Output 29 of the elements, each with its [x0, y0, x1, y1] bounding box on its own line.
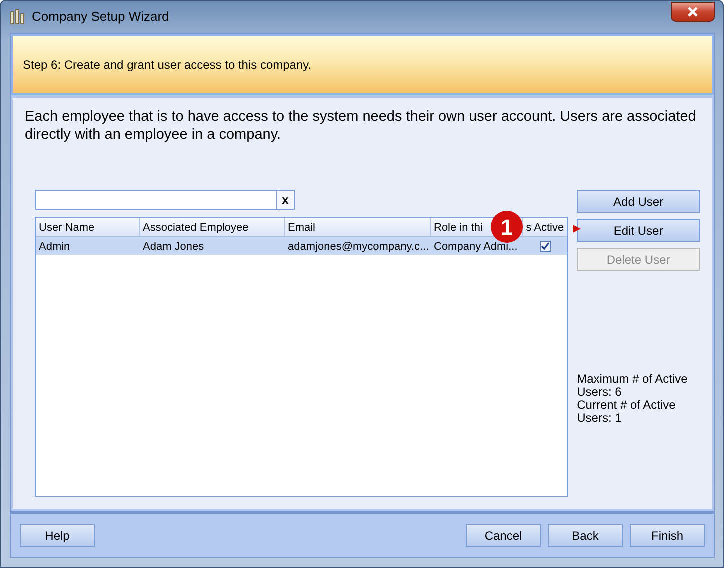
footer-button[interactable]: Finish	[630, 524, 705, 547]
table-cell-text: Admin	[38, 240, 72, 255]
action-button[interactable]: Edit User	[577, 219, 700, 242]
active-checkbox[interactable]	[540, 241, 551, 252]
column-header[interactable]: Associated Employee	[143, 222, 249, 234]
footer-button[interactable]: Cancel	[466, 524, 541, 547]
callout-arrow	[573, 225, 581, 233]
footer-button[interactable]: Back	[548, 524, 623, 547]
table-cell-text: Company Admi...	[433, 240, 519, 255]
close-button[interactable]	[671, 2, 715, 22]
footer-button[interactable]: Help	[20, 524, 95, 547]
description-text: Each employee that is to have access to the system needs their own user account. Users are associated directly with an employee in a company.	[25, 108, 698, 144]
action-button[interactable]: Add User	[577, 190, 700, 213]
close-icon	[688, 7, 698, 17]
app-icon	[10, 9, 26, 25]
table-cell-text: adamjones@mycompany.c...	[287, 240, 430, 255]
window-title: Company Setup Wizard	[32, 8, 170, 26]
clear-search-button[interactable]: x	[277, 190, 295, 210]
callout-badge: 1	[491, 211, 523, 243]
search-field[interactable]	[35, 190, 277, 210]
user-count-text: Maximum # of Active Users: 6	[577, 373, 689, 399]
column-header[interactable]: Email	[288, 222, 316, 234]
step-title: Step 6: Create and grant user access to this company.	[23, 56, 312, 74]
column-header[interactable]: User Name	[39, 222, 95, 234]
column-header[interactable]: Role in thi	[434, 222, 483, 234]
table-row[interactable]: Admin Adam Jones adamjones@mycompany.c... Company Admi...	[36, 237, 568, 255]
column-header[interactable]: s Active	[526, 222, 564, 234]
table-cell-text: Adam Jones	[142, 240, 206, 255]
user-count-text: Current # of Active Users: 1	[577, 399, 677, 425]
